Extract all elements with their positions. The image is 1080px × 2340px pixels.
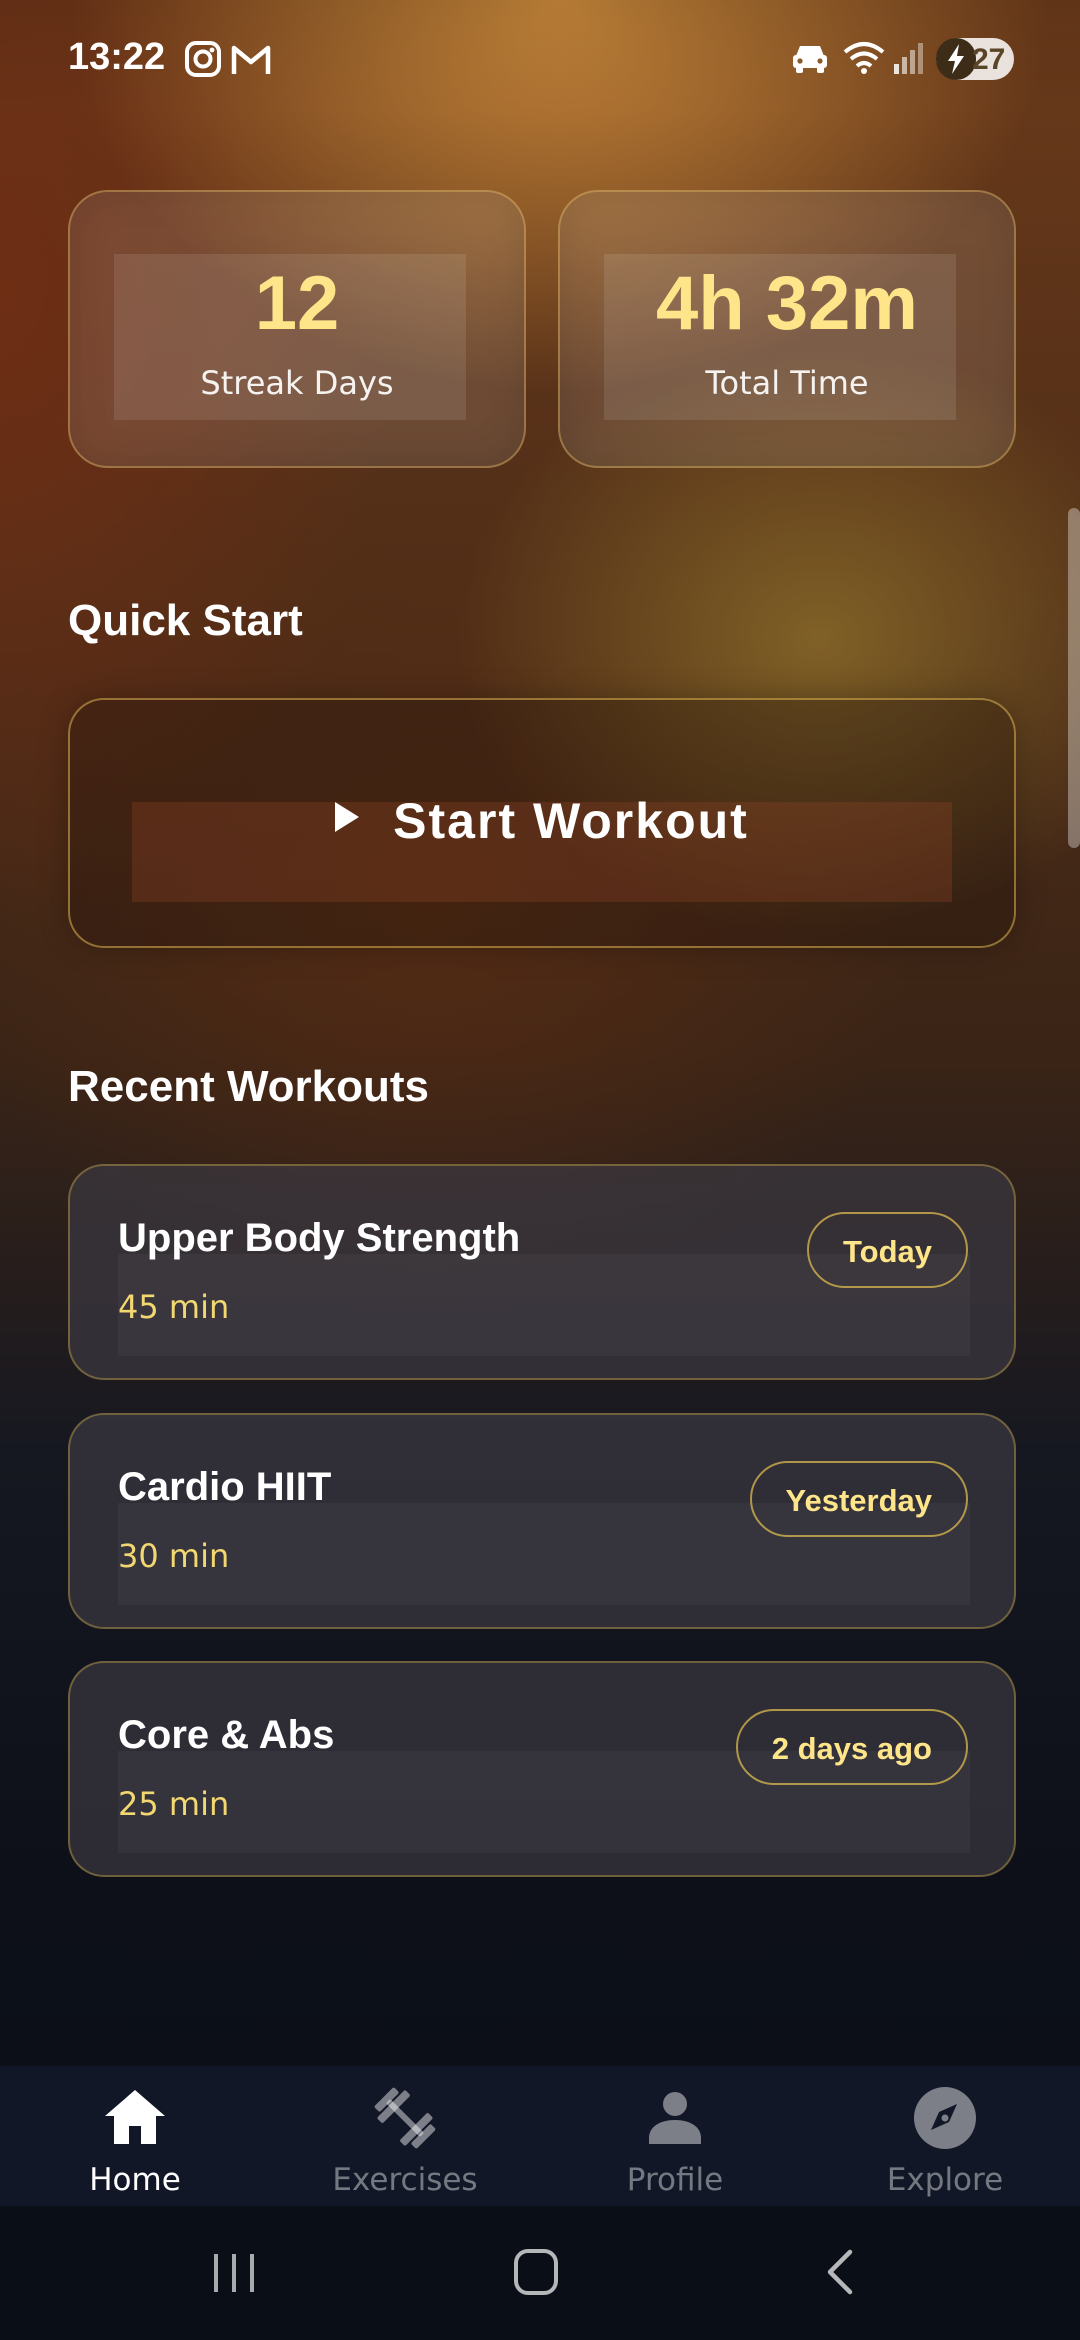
streak-days-value: 12 — [254, 261, 340, 346]
nav-label-home: Home — [89, 2162, 181, 2198]
person-icon — [649, 2092, 701, 2144]
compass-icon — [914, 2087, 976, 2149]
workout-card-upper-body[interactable]: Upper Body Strength 45 min Today — [68, 1164, 1016, 1380]
dumbbell-icon — [374, 2087, 436, 2149]
gmail-icon — [231, 45, 271, 74]
nav-item-home[interactable]: Home — [0, 2066, 270, 2206]
battery-indicator: 27 — [936, 38, 1014, 80]
start-workout-label: Start Workout — [393, 793, 749, 849]
workout-card-cardio-hiit[interactable]: Cardio HIIT 30 min Yesterday — [68, 1413, 1016, 1629]
home-button-icon[interactable] — [496, 2242, 576, 2302]
nav-label-exercises: Exercises — [332, 2162, 478, 2198]
wifi-icon — [843, 42, 885, 74]
recent-apps-icon[interactable] — [194, 2242, 274, 2302]
workout-name: Cardio HIIT — [118, 1465, 332, 1509]
battery-percent: 27 — [972, 43, 1006, 76]
status-bar: 13:22 27 — [0, 0, 1080, 110]
battery-charging-icon — [936, 38, 976, 80]
car-icon — [793, 46, 827, 73]
bottom-navigation: Home Exercises Profile Explore — [0, 2066, 1080, 2206]
workout-duration: 30 min — [118, 1537, 230, 1575]
workout-name: Core & Abs — [118, 1713, 335, 1757]
play-icon — [335, 802, 360, 832]
back-icon[interactable] — [800, 2242, 880, 2302]
workout-duration: 45 min — [118, 1288, 230, 1326]
signal-icon — [894, 43, 923, 74]
workout-card-core-abs[interactable]: Core & Abs 25 min 2 days ago — [68, 1661, 1016, 1877]
nav-item-exercises[interactable]: Exercises — [270, 2066, 540, 2206]
workout-date-badge: Today — [807, 1212, 968, 1288]
recent-workouts-title: Recent Workouts — [68, 1062, 430, 1111]
total-time-label: Total Time — [705, 364, 869, 402]
scrollbar[interactable] — [1068, 508, 1080, 848]
nav-item-explore[interactable]: Explore — [810, 2066, 1080, 2206]
workout-name: Upper Body Strength — [118, 1216, 521, 1260]
streak-days-label: Streak Days — [200, 364, 394, 402]
workout-date-badge: Yesterday — [749, 1461, 968, 1537]
workout-duration: 25 min — [118, 1785, 230, 1823]
total-time-card: 4h 32m Total Time — [558, 190, 1016, 468]
quick-start-title: Quick Start — [68, 596, 303, 645]
total-time-value: 4h 32m — [656, 261, 918, 346]
workout-date-badge: 2 days ago — [735, 1709, 968, 1785]
status-time: 13:22 — [68, 36, 166, 78]
system-navigation-bar — [0, 2206, 1080, 2340]
streak-days-card: 12 Streak Days — [68, 190, 526, 468]
home-icon — [105, 2090, 165, 2144]
nav-item-profile[interactable]: Profile — [540, 2066, 810, 2206]
instagram-icon — [185, 41, 221, 77]
nav-label-profile: Profile — [626, 2162, 724, 2198]
nav-label-explore: Explore — [886, 2162, 1004, 2198]
start-workout-button[interactable]: Start Workout — [68, 698, 1016, 948]
